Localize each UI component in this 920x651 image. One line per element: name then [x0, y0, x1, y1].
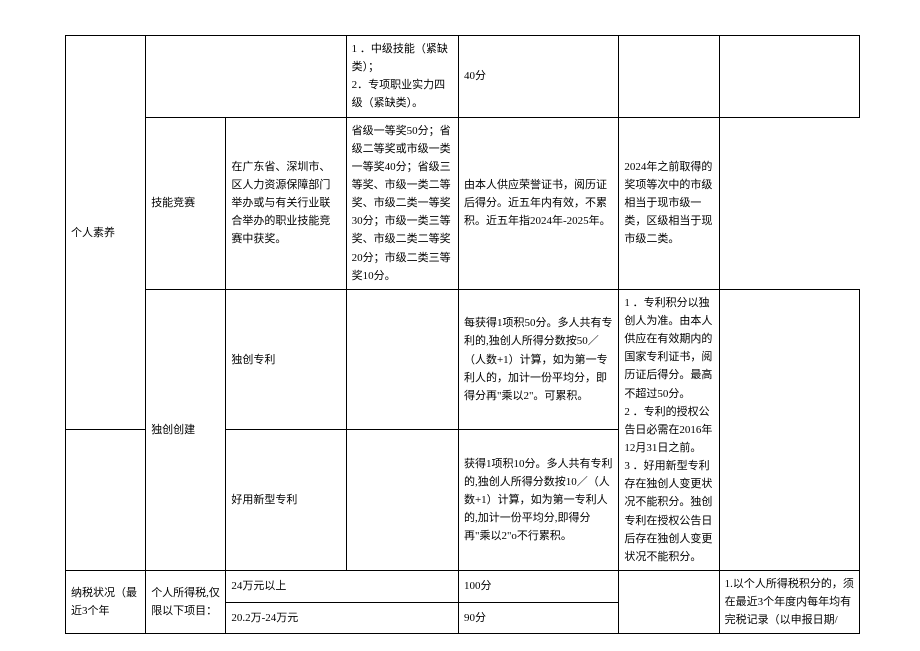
empty-spacer: [66, 430, 146, 571]
invention-patent: 独创专利: [226, 289, 346, 430]
competition-note1: 由本人供应荣誉证书，阅历证后得分。近五年内有效，不累积。近五年指2024年-20…: [458, 117, 618, 289]
tax-note: 1.以个人所得税积分的，须在最近3个年度内每年均有完税记录（以申报日期/: [719, 570, 859, 633]
table-row: 独创创建 独创专利 每获得1项积50分。多人共有专利的,独创人所得分数按50／（…: [66, 289, 860, 430]
competition-desc: 在广东省、深圳市、区人力资源保障部门举办或与有关行业联合举办的职业技能竞赛中获奖…: [226, 117, 346, 289]
table-row: 技能竞赛 技能竞赛 在广东省、深圳市、区人力资源保障部门举办或与有关行业联合举办…: [66, 117, 860, 289]
invention-group: 独创创建: [146, 289, 226, 570]
empty-cell: [719, 36, 859, 118]
cat-tax: 纳税状况（最近3个年: [66, 570, 146, 633]
empty-cell: [146, 76, 346, 117]
tax-tier1: 24万元以上: [226, 570, 459, 602]
skill-desc: 1 ．中级技能（紧缺类）； 2．专项职业实力四级（紧缺类）。: [346, 36, 458, 118]
utility-desc-blank: [346, 430, 458, 571]
tax-tier1-score: 100分: [458, 570, 618, 602]
competition-score: 省级一等奖50分；省级二等奖或市级一类一等奖40分；省级三等奖、市级一类二等奖、…: [346, 117, 458, 289]
empty-cell: [719, 289, 859, 570]
utility-patent: 好用新型专利: [226, 430, 346, 571]
table-row: 个人素养 1 ．中级技能（紧缺类）； 2．专项职业实力四级（紧缺类）。 40分: [66, 36, 860, 77]
invention-desc-blank: [346, 289, 458, 430]
table-row: 纳税状况（最近3个年 个人所得税,仅限以下项目： 24万元以上 100分 1.以…: [66, 570, 860, 602]
invention-score: 每获得1项积50分。多人共有专利的,独创人所得分数按50／（人数+1）计算，如为…: [458, 289, 618, 430]
empty-cell: [146, 36, 346, 77]
empty-cell: [619, 36, 719, 118]
skill-competition: 技能竞赛: [146, 117, 226, 289]
tax-subject: 个人所得税,仅限以下项目：: [146, 570, 226, 633]
utility-score: 获得1项积10分。多人共有专利的,独创人所得分数按10／（人数+1）计算，如为第…: [458, 430, 618, 571]
tax-tier2-score: 90分: [458, 602, 618, 634]
tax-tier2: 20.2万-24万元: [226, 602, 459, 634]
skill-score: 40分: [458, 36, 618, 118]
competition-note2: 2024年之前取得的奖项等次中的市级相当于现市级一类，区级相当于现市级二类。: [619, 117, 719, 289]
invention-notes: 1 ．专利积分以独创人为准。由本人供应在有效期内的国家专利证书，阅历证后得分。最…: [619, 289, 719, 570]
empty-cell: [619, 570, 719, 633]
cat-personal-quality: 个人素养: [66, 36, 146, 430]
